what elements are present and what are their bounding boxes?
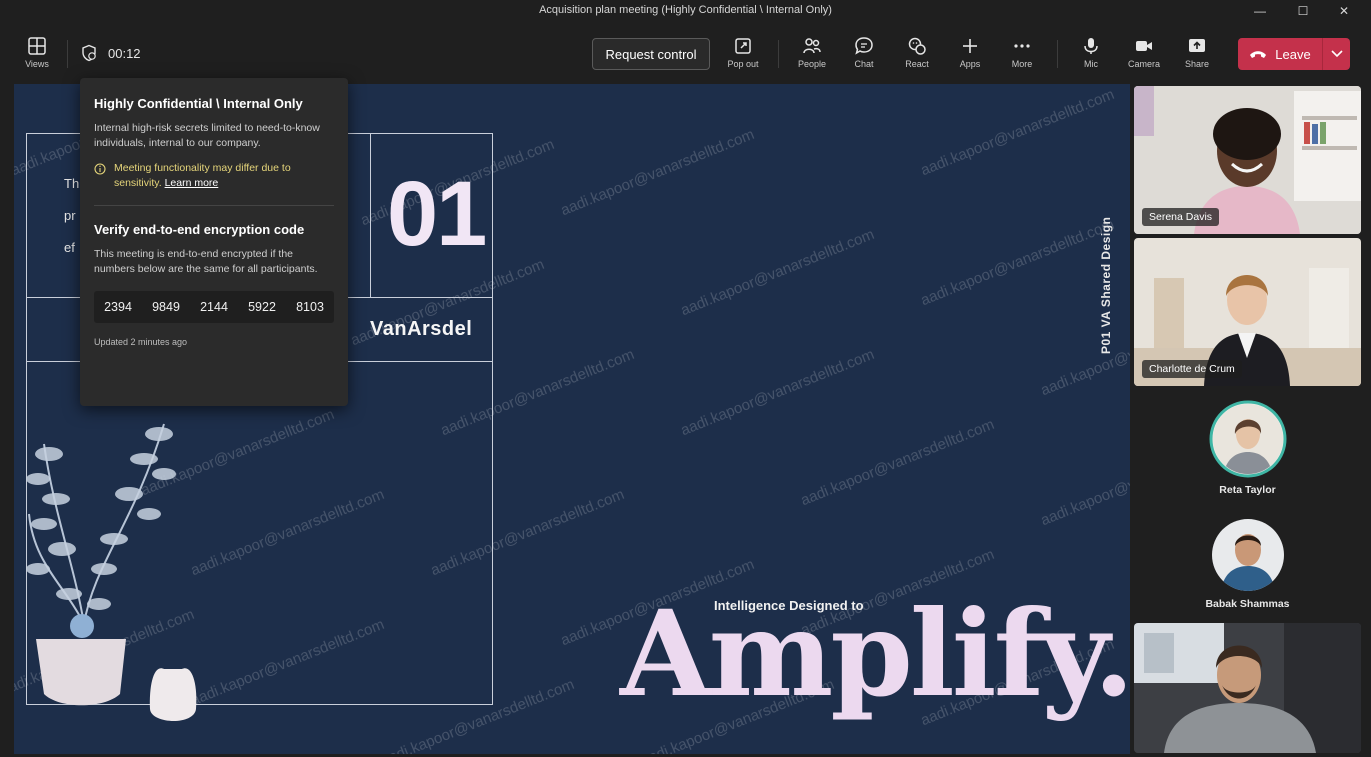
leave-options-button[interactable]: [1322, 38, 1350, 70]
sensitivity-warning: Meeting functionality may differ due to …: [94, 161, 334, 191]
info-icon: [94, 163, 106, 175]
encryption-code-group: 2394: [104, 300, 132, 314]
encryption-code: 2394 9849 2144 5922 8103: [94, 291, 334, 323]
sensitivity-title: Highly Confidential \ Internal Only: [94, 96, 303, 111]
hang-up-icon: [1250, 51, 1267, 58]
timer-text: 00:12: [108, 45, 141, 61]
close-icon[interactable]: ✕: [1324, 0, 1364, 22]
more-dots-icon: [1014, 44, 1030, 48]
watermark: aadi.kapoor@vanarsdelltd.com: [678, 345, 877, 440]
slide-vertical-label: P01 VA Shared Design: [1099, 216, 1113, 354]
chevron-down-icon: [1330, 50, 1343, 58]
plant-illustration: [26, 423, 197, 722]
participant-video-tile[interactable]: [1134, 623, 1361, 753]
participant-name: Reta Taylor: [1219, 484, 1276, 496]
react-button[interactable]: React: [895, 36, 939, 69]
toolbar-divider: [1057, 40, 1058, 68]
plus-icon: [963, 39, 977, 53]
react-icon: [908, 37, 926, 55]
shield-lock-icon: [82, 44, 96, 62]
chat-label: Chat: [854, 59, 874, 69]
slide-headline: Amplify.: [620, 584, 1130, 723]
watermark: aadi.kapoor@vanarsdelltd.com: [438, 345, 637, 440]
brand-logo: VanArsdel: [370, 318, 473, 340]
participant-avatar-tile[interactable]: Babak Shammas: [1134, 518, 1361, 610]
participant-name: Serena Davis: [1142, 208, 1220, 226]
watermark: aadi.kapoor@vanarsdelltd.com: [798, 415, 997, 510]
chat-button[interactable]: Chat: [842, 36, 886, 69]
pop-out-label: Pop out: [727, 59, 759, 69]
microphone-icon: [1084, 38, 1098, 54]
people-icon: [803, 38, 821, 54]
participant-name: Charlotte de Crum: [1142, 360, 1242, 378]
toolbar-divider: [67, 40, 68, 68]
people-label: People: [797, 59, 827, 69]
watermark: aadi.kapoor@vanarsdelltd.com: [428, 485, 627, 580]
mic-button[interactable]: Mic: [1069, 36, 1113, 69]
warning-text-block: Meeting functionality may differ due to …: [114, 161, 334, 191]
people-button[interactable]: People: [790, 36, 834, 69]
learn-more-link[interactable]: Learn more: [165, 177, 219, 189]
camera-button[interactable]: Camera: [1122, 36, 1166, 69]
slide-text-fragment: Th: [64, 176, 80, 191]
meeting-timer: 00:12: [80, 44, 141, 62]
pop-out-icon: [735, 38, 751, 54]
maximize-icon[interactable]: ☐: [1283, 0, 1323, 22]
participant-avatar-tile[interactable]: Reta Taylor: [1134, 400, 1361, 496]
mic-label: Mic: [1084, 59, 1098, 69]
request-control-button[interactable]: Request control: [592, 38, 710, 70]
watermark: aadi.kapoor@vanarsdelltd.com: [558, 125, 757, 220]
more-label: More: [1011, 59, 1033, 69]
watermark: aadi.kapoor@vanarsdelltd.com: [378, 675, 577, 754]
apps-label: Apps: [959, 59, 981, 69]
slide-number: 01: [387, 163, 487, 265]
grid-icon: [28, 37, 46, 55]
views-button[interactable]: Views: [15, 36, 59, 69]
watermark: aadi.kapoor@vanarsdelltd.com: [1038, 435, 1130, 530]
share-label: Share: [1184, 59, 1210, 69]
meeting-toolbar: Views 00:12 Request control Pop out Peop…: [0, 22, 1371, 84]
encryption-code-group: 2144: [200, 300, 228, 314]
share-screen-icon: [1189, 39, 1205, 52]
encryption-code-group: 9849: [152, 300, 180, 314]
pop-out-button[interactable]: Pop out: [721, 36, 765, 69]
encryption-code-group: 8103: [296, 300, 324, 314]
participant-avatar: [1211, 519, 1284, 591]
participant-video: [1134, 623, 1361, 753]
views-label: Views: [25, 59, 49, 69]
leave-main[interactable]: Leave: [1238, 47, 1322, 62]
participant-avatar: [1209, 400, 1286, 478]
encryption-title: Verify end-to-end encryption code: [94, 222, 305, 237]
slide-frame-line: [370, 133, 371, 297]
chat-icon: [855, 37, 873, 55]
title-bar: Acquisition plan meeting (Highly Confide…: [0, 0, 1371, 22]
camera-icon: [1136, 41, 1152, 51]
sensitivity-popup: Highly Confidential \ Internal Only Inte…: [80, 78, 348, 406]
watermark: aadi.kapoor@vanarsdelltd.com: [918, 85, 1117, 180]
watermark: aadi.kapoor@vanarsdelltd.com: [918, 215, 1117, 310]
sensitivity-description: Internal high-risk secrets limited to ne…: [94, 122, 320, 149]
share-button[interactable]: Share: [1175, 36, 1219, 69]
encryption-code-group: 5922: [248, 300, 276, 314]
more-button[interactable]: More: [1000, 36, 1044, 69]
leave-button[interactable]: Leave: [1238, 38, 1350, 70]
leave-label: Leave: [1275, 46, 1311, 62]
participant-video-tile[interactable]: Charlotte de Crum: [1134, 238, 1361, 386]
minimize-icon[interactable]: —: [1240, 0, 1280, 22]
participant-video-tile[interactable]: Serena Davis: [1134, 86, 1361, 234]
window-title: Acquisition plan meeting (Highly Confide…: [539, 4, 832, 16]
watermark: aadi.kapoor@vanarsdelltd.com: [678, 225, 877, 320]
react-label: React: [905, 59, 929, 69]
popup-divider: [94, 205, 334, 206]
encryption-description: This meeting is end-to-end encrypted if …: [94, 248, 318, 275]
toolbar-divider: [778, 40, 779, 68]
slide-text-fragment: ef: [64, 240, 75, 255]
slide-frame-line: [492, 133, 493, 705]
participant-name: Babak Shammas: [1205, 598, 1290, 610]
watermark: aadi.kapoor@vanarsdelltd.com: [1038, 305, 1130, 400]
encryption-updated: Updated 2 minutes ago: [94, 337, 188, 347]
apps-button[interactable]: Apps: [948, 36, 992, 69]
slide-text-fragment: pr: [64, 208, 76, 223]
camera-label: Camera: [1127, 59, 1160, 69]
